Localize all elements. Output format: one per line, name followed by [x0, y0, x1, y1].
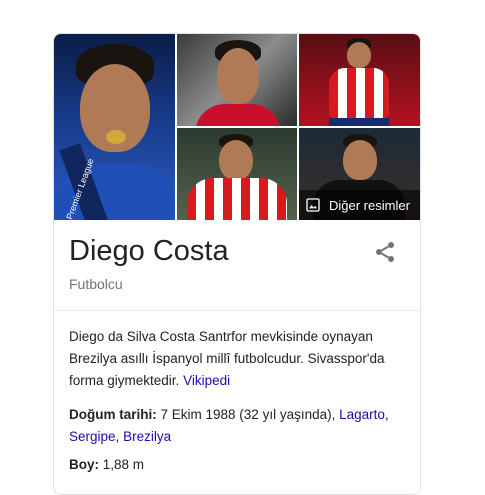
gallery-image-5[interactable]: Diğer resimler — [299, 128, 420, 220]
divider — [54, 310, 420, 311]
image-icon — [306, 198, 320, 212]
shorts — [329, 118, 389, 126]
gallery-image-main[interactable]: Premier League — [54, 34, 175, 220]
knowledge-panel: Premier League Diğer resimler Diego Cost… — [53, 33, 421, 495]
face — [347, 42, 371, 68]
more-images-label: Diğer resimler — [329, 197, 410, 213]
fact-birth-sep2: , — [115, 429, 120, 444]
fact-birth: Doğum tarihi: 7 Ekim 1988 (32 yıl yaşınd… — [69, 404, 409, 448]
gallery-image-2[interactable] — [177, 34, 297, 126]
link-lagarto[interactable]: Lagarto — [339, 407, 385, 422]
shirt — [187, 178, 287, 220]
fact-birth-label: Doğum tarihi: — [69, 407, 157, 422]
fact-height: Boy: 1,88 m — [69, 454, 409, 476]
share-icon[interactable] — [373, 240, 397, 264]
link-sergipe[interactable]: Sergipe — [69, 429, 116, 444]
fact-birth-value: 7 Ekim 1988 (32 yıl yaşında), — [160, 407, 336, 422]
shirt — [329, 68, 389, 118]
more-images-button[interactable]: Diğer resimler — [299, 190, 420, 220]
fact-height-value: 1,88 m — [102, 457, 145, 472]
fact-height-label: Boy: — [69, 457, 99, 472]
entity-subtitle: Futbolcu — [69, 276, 123, 292]
gallery-image-4[interactable] — [177, 128, 297, 220]
wikipedia-link[interactable]: Vikipedi — [183, 373, 230, 388]
face — [343, 140, 377, 180]
shirt — [195, 104, 281, 126]
medal — [106, 130, 126, 144]
entity-title: Diego Costa — [69, 235, 229, 267]
gallery-image-3[interactable] — [299, 34, 420, 126]
fact-birth-sep1: , — [384, 407, 389, 422]
description: Diego da Silva Costa Santrfor mevkisinde… — [69, 326, 409, 392]
face — [219, 140, 253, 180]
link-brezilya[interactable]: Brezilya — [123, 429, 171, 444]
face — [217, 48, 259, 104]
image-gallery: Premier League Diğer resimler — [54, 34, 420, 220]
